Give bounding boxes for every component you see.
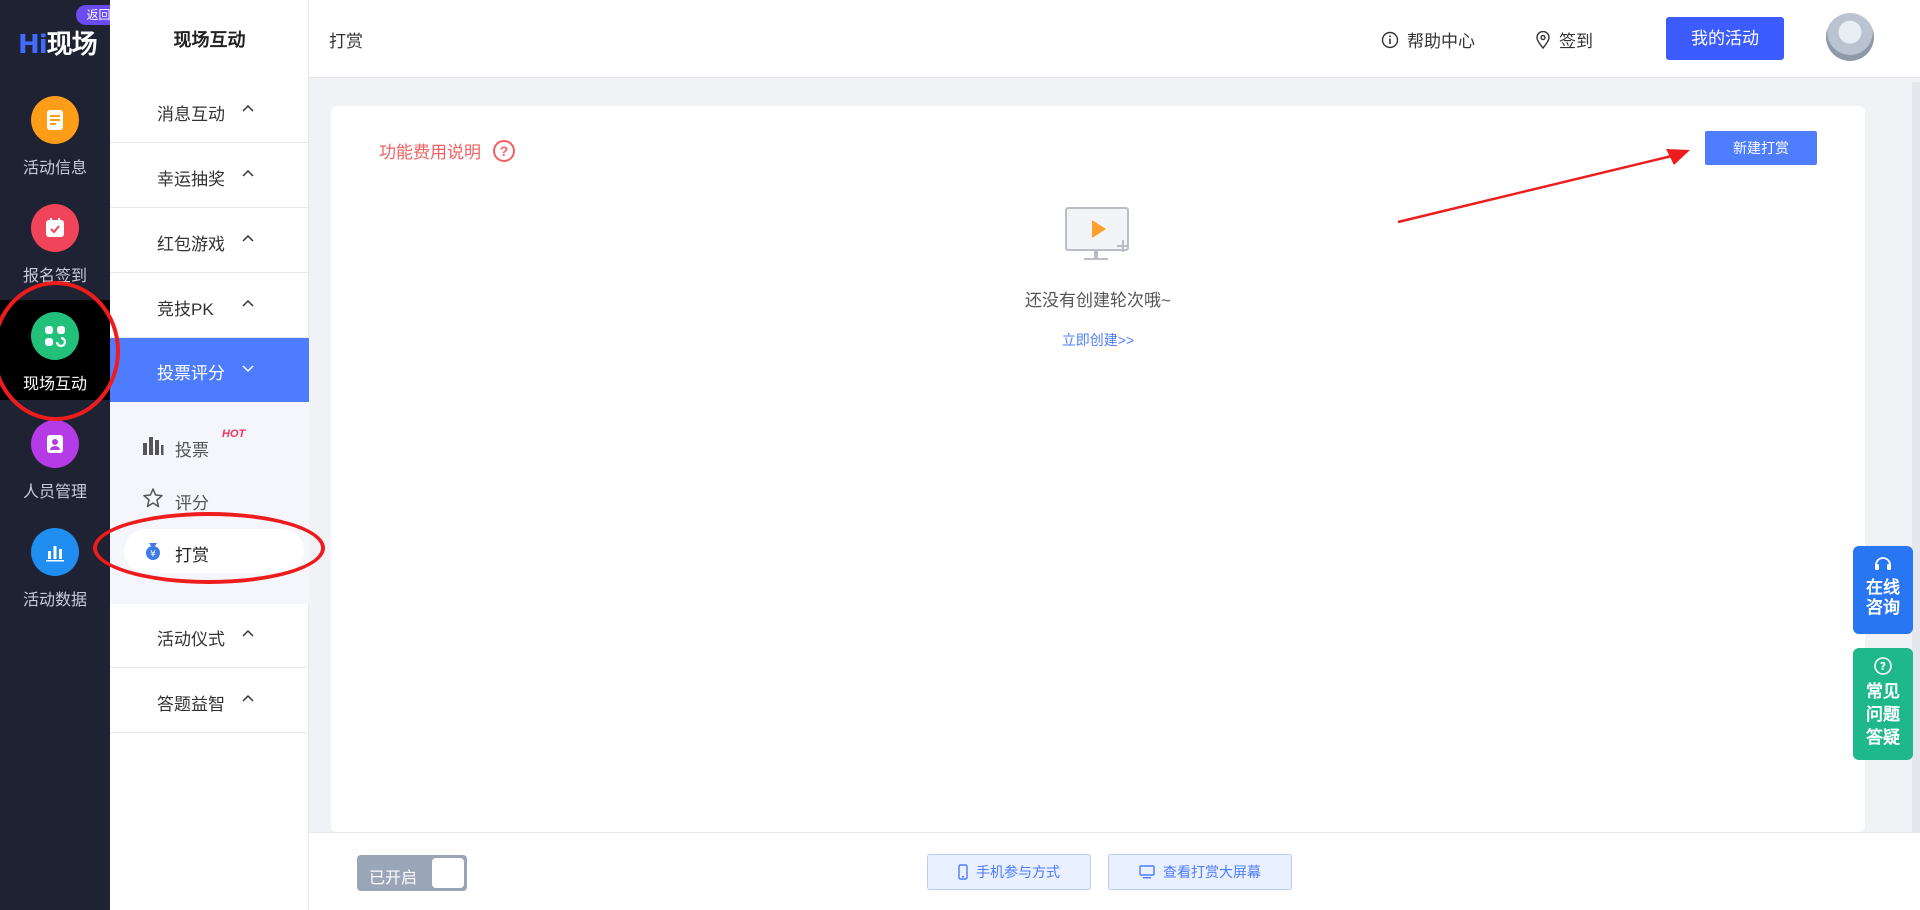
svg-text:?: ? (1880, 660, 1886, 673)
menu-group-label: 幸运抽奖 (157, 170, 225, 189)
monitor-icon (1139, 865, 1155, 879)
subitem-label: 投票 (175, 441, 209, 460)
view-big-screen-label: 查看打赏大屏幕 (1163, 864, 1261, 880)
phone-icon (958, 864, 968, 880)
location-pin-icon (1536, 30, 1550, 49)
subitem-vote[interactable]: 投票 HOT (130, 424, 310, 468)
online-consult-button[interactable]: 在线 咨询 (1853, 546, 1913, 634)
toggle-label: 已开启 (369, 870, 418, 887)
headset-icon (1875, 557, 1891, 570)
chevron-up-icon (242, 299, 254, 307)
subitem-rating[interactable]: 评分 (130, 477, 310, 521)
menu-group-label: 投票评分 (157, 364, 225, 383)
interaction-icon (31, 312, 79, 360)
chevron-up-icon (242, 234, 254, 242)
chevron-up-icon (242, 104, 254, 112)
menu-group-label: 竞技PK (157, 300, 214, 319)
mobile-participation-button[interactable]: 手机参与方式 (927, 854, 1091, 890)
menu-group-label: 活动仪式 (157, 630, 225, 649)
menu-group-quiz[interactable]: 答题益智 (110, 669, 309, 733)
chevron-up-icon (242, 169, 254, 177)
empty-state-text: 还没有创建轮次哦~ (1025, 291, 1171, 310)
view-big-screen-button[interactable]: 查看打赏大屏幕 (1108, 854, 1292, 890)
faq-line: 常见 (1866, 682, 1900, 701)
rail-item-signup[interactable]: 报名签到 (0, 192, 110, 292)
money-bag-icon: ¥ (146, 543, 160, 560)
fee-explanation-label: 功能费用说明 (379, 143, 481, 162)
user-avatar[interactable] (1826, 13, 1874, 61)
menu-group-lottery[interactable]: 幸运抽奖 (110, 144, 309, 208)
fee-explanation-link[interactable]: 功能费用说明 ? (379, 138, 515, 163)
menu-group-label: 红包游戏 (157, 235, 225, 254)
chevron-down-icon (242, 365, 254, 373)
chevron-up-icon (242, 629, 254, 637)
checkin-link[interactable]: 签到 (1535, 27, 1593, 52)
hot-badge: HOT (222, 428, 246, 440)
menu-group-pk[interactable]: 竞技PK (110, 274, 309, 338)
person-card-icon (31, 420, 79, 468)
breadcrumb: 打赏 (329, 32, 363, 51)
help-center-label: 帮助中心 (1407, 32, 1475, 51)
page-scrollbar[interactable] (1912, 82, 1920, 832)
menu-group-label: 消息互动 (157, 105, 225, 124)
subitem-label: 评分 (175, 494, 209, 513)
bar-chart-icon (31, 528, 79, 576)
menu-group-voting[interactable]: 投票评分 (110, 338, 309, 402)
rail-label: 人员管理 (22, 484, 87, 501)
menu-group-redpacket[interactable]: 红包游戏 (110, 209, 309, 273)
app-logo[interactable]: Hi现场 (18, 24, 98, 61)
submenu-title: 现场互动 (173, 30, 246, 50)
help-center-link[interactable]: 帮助中心 (1381, 27, 1475, 52)
faq-line: 答疑 (1866, 728, 1900, 747)
top-bar: 打赏 帮助中心 签到 我的活动 (309, 0, 1920, 78)
rail-label: 现场互动 (22, 376, 87, 393)
bar-chart-icon (143, 437, 164, 455)
document-icon (31, 96, 79, 144)
question-circle-icon: ? (493, 139, 515, 162)
rail-item-live-interaction[interactable]: 现场互动 (0, 300, 110, 400)
menu-group-ceremony[interactable]: 活动仪式 (110, 604, 309, 668)
svg-text:¥: ¥ (150, 550, 156, 560)
calendar-check-icon (31, 204, 79, 252)
secondary-menu: 现场互动 消息互动 幸运抽奖 红包游戏 竞技PK 投票评分 投票 HOT 评分 … (110, 0, 309, 910)
my-activity-button[interactable]: 我的活动 (1666, 17, 1784, 60)
empty-monitor-icon (1065, 207, 1129, 260)
rail-item-people-management[interactable]: 人员管理 (0, 408, 110, 508)
online-consult-line: 在线 (1866, 578, 1900, 597)
bottom-action-bar: 已开启 手机参与方式 查看打赏大屏幕 (309, 832, 1920, 910)
voting-subpanel: 投票 HOT 评分 ¥ 打赏 (110, 402, 309, 604)
rail-label: 报名签到 (22, 268, 87, 285)
online-consult-line: 咨询 (1866, 598, 1900, 617)
chevron-up-icon (242, 694, 254, 702)
menu-group-label: 答题益智 (157, 695, 225, 714)
primary-nav-rail: Hi现场 返回 活动信息 报名签到 现场互动 人员管理 活动数据 (0, 0, 121, 910)
subitem-label: 打赏 (175, 546, 209, 565)
faq-line: 问题 (1866, 705, 1900, 724)
question-circle-icon: ? (1874, 657, 1892, 675)
create-now-link[interactable]: 立即创建>> (331, 330, 1865, 350)
faq-button[interactable]: ? 常见 问题 答疑 (1853, 648, 1913, 760)
new-reward-button[interactable]: 新建打赏 (1705, 131, 1817, 165)
rail-label: 活动信息 (22, 160, 87, 177)
star-icon (143, 488, 163, 508)
subitem-reward[interactable]: ¥ 打赏 (124, 529, 304, 573)
info-icon (1381, 31, 1399, 48)
checkin-label: 签到 (1559, 32, 1593, 51)
toggle-knob (432, 858, 464, 888)
mobile-participation-label: 手机参与方式 (976, 864, 1060, 880)
rail-item-activity-data[interactable]: 活动数据 (0, 516, 110, 616)
rail-item-activity-info[interactable]: 活动信息 (0, 84, 110, 184)
annotation-arrow (1397, 149, 1690, 224)
menu-group-message[interactable]: 消息互动 (110, 79, 309, 143)
enable-toggle[interactable]: 已开启 (357, 855, 467, 891)
rail-label: 活动数据 (22, 592, 87, 609)
